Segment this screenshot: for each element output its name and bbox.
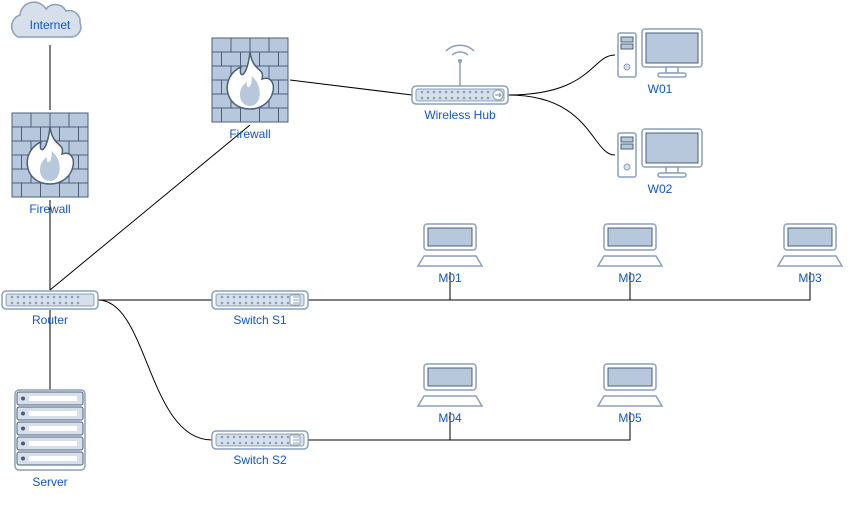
label-switch_s1: Switch S1 bbox=[233, 313, 287, 327]
label-switch_s2: Switch S2 bbox=[233, 453, 287, 467]
node-wireless_hub[interactable]: Wireless Hub bbox=[412, 45, 508, 122]
edge-switch_s1-m03 bbox=[308, 272, 810, 300]
node-server[interactable]: Server bbox=[15, 390, 85, 489]
label-wireless_hub: Wireless Hub bbox=[424, 108, 496, 122]
node-w02[interactable]: W02 bbox=[618, 129, 702, 196]
node-internet[interactable]: Internet bbox=[12, 2, 81, 37]
edge-switch_s1-m02 bbox=[308, 272, 630, 300]
node-m02[interactable]: M02 bbox=[598, 224, 662, 285]
label-router: Router bbox=[32, 313, 68, 327]
label-m05: M05 bbox=[618, 411, 642, 425]
label-m04: M04 bbox=[438, 411, 462, 425]
node-router[interactable]: Router bbox=[2, 291, 98, 327]
edge-wireless_hub-w02 bbox=[508, 95, 615, 155]
node-m03[interactable]: M03 bbox=[778, 224, 842, 285]
edge-switch_s1-m01 bbox=[308, 272, 450, 300]
network-diagram: Internet Firewall Router Server Firewall Wire… bbox=[0, 0, 865, 507]
node-m05[interactable]: M05 bbox=[598, 364, 662, 425]
node-m04[interactable]: M04 bbox=[418, 364, 482, 425]
node-w01[interactable]: W01 bbox=[618, 29, 702, 96]
label-w01: W01 bbox=[648, 82, 673, 96]
edge-wireless_hub-w01 bbox=[508, 55, 615, 95]
node-m01[interactable]: M01 bbox=[418, 224, 482, 285]
label-m03: M03 bbox=[798, 271, 822, 285]
edge-switch_s2-m04 bbox=[308, 412, 450, 440]
node-switch_s2[interactable]: Switch S2 bbox=[212, 431, 308, 467]
label-firewall_l: Firewall bbox=[29, 202, 70, 216]
node-switch_s1[interactable]: Switch S1 bbox=[212, 291, 308, 327]
label-server: Server bbox=[32, 475, 67, 489]
edge-firewall_r-wireless_hub bbox=[290, 80, 412, 95]
edge-switch_s2-m05 bbox=[308, 412, 630, 440]
label-internet: Internet bbox=[30, 18, 71, 32]
edge-router-switch_s2 bbox=[98, 300, 212, 440]
label-w02: W02 bbox=[648, 182, 673, 196]
nodes-layer: Internet Firewall Router Server Firewall Wire… bbox=[2, 2, 842, 489]
label-m02: M02 bbox=[618, 271, 642, 285]
label-firewall_r: Firewall bbox=[229, 127, 270, 141]
label-m01: M01 bbox=[438, 271, 462, 285]
